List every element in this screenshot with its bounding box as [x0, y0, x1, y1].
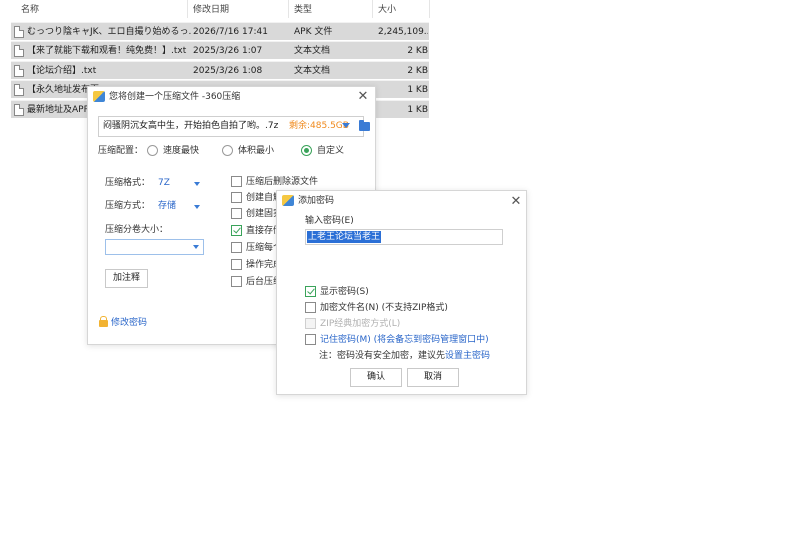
show-password-label[interactable]: 显示密码(S) — [320, 286, 369, 298]
file-row[interactable]: 【论坛介绍】.txt 2025/3/26 1:08 文本文档 2 KB — [11, 61, 429, 79]
config-label: 压缩配置： — [98, 146, 144, 156]
sort-ascending-icon: ^ — [98, 0, 106, 5]
file-type: 文本文档 — [294, 46, 331, 56]
show-password-checkbox[interactable] — [305, 286, 316, 297]
option-checkbox-checked[interactable] — [231, 225, 242, 236]
option-checkbox[interactable] — [231, 176, 242, 187]
column-header-date[interactable]: 修改日期 — [193, 0, 229, 20]
file-type: APK 文件 — [294, 27, 333, 37]
set-master-password-link[interactable]: 设置主密码 — [445, 351, 490, 361]
file-size: 1 KB — [407, 85, 428, 95]
radio-custom-label[interactable]: 自定义 — [317, 145, 344, 157]
compress-dialog-titlebar[interactable]: 您将创建一个压缩文件 -360压缩 ✕ — [88, 87, 375, 107]
chevron-down-icon[interactable] — [342, 123, 350, 128]
lock-icon — [99, 316, 108, 327]
zip-classic-label: ZIP经典加密方式(L) — [320, 319, 401, 329]
column-separator — [187, 0, 188, 18]
column-header-name[interactable]: 名称 — [21, 0, 39, 20]
password-input-label: 输入密码(E) — [305, 216, 354, 226]
close-icon[interactable]: ✕ — [509, 195, 523, 209]
file-icon — [14, 84, 24, 96]
change-password-link[interactable]: 修改密码 — [111, 317, 147, 329]
close-icon[interactable]: ✕ — [356, 90, 370, 104]
archive-path-text: 闷骚阴沉女高中生，开始拍色自拍了哟。.7z — [103, 121, 279, 131]
file-size: 2 KB — [407, 46, 428, 56]
column-separator — [429, 0, 430, 18]
file-date: 2025/3/26 1:08 — [193, 66, 263, 76]
split-size-combo[interactable] — [105, 239, 204, 255]
option-checkbox[interactable] — [231, 259, 242, 270]
file-icon — [14, 104, 24, 116]
password-dialog: 添加密码 ✕ 输入密码(E) 上老王论坛当老王 显示密码(S) 加密文件名(N)… — [276, 190, 527, 395]
option-checkbox[interactable] — [231, 242, 242, 253]
column-header-size[interactable]: 大小 — [378, 0, 396, 20]
file-type: 文本文档 — [294, 66, 331, 76]
file-icon — [14, 65, 24, 77]
radio-smallest-label[interactable]: 体积最小 — [238, 145, 274, 157]
password-dialog-title: 添加密码 — [298, 196, 335, 206]
encrypt-names-checkbox[interactable] — [305, 302, 316, 313]
option-checkbox[interactable] — [231, 208, 242, 219]
chevron-down-icon[interactable] — [194, 205, 200, 209]
radio-custom[interactable] — [301, 145, 312, 156]
method-select[interactable]: 存储 — [158, 200, 176, 212]
file-name: 【来了就能下载和观看！纯免费！】.txt — [27, 46, 187, 56]
folder-icon[interactable] — [359, 120, 370, 131]
option-label[interactable]: 压缩后删除源文件 — [246, 176, 318, 188]
file-row[interactable]: むっつり陰キャJK、エロ自撮り始めるっ... 2026/7/16 17:41 A… — [11, 22, 429, 40]
remember-password-label[interactable]: 记住密码(M) (将会备忘到密码管理窗口中) — [320, 334, 489, 346]
chevron-down-icon[interactable] — [193, 245, 199, 249]
encrypt-names-label[interactable]: 加密文件名(N) (不支持ZIP格式) — [320, 302, 448, 314]
format-select[interactable]: 7Z — [158, 177, 170, 189]
remember-password-main: 记住密码(M) — [320, 335, 371, 345]
file-size: 2,245,109... — [378, 27, 428, 37]
archive-path-field[interactable]: 闷骚阴沉女高中生，开始拍色自拍了哟。.7z 剩余:485.5GB — [98, 116, 370, 137]
security-note: 注：密码没有安全加密，建议先设置主密码 — [319, 350, 490, 362]
chevron-down-icon[interactable] — [194, 182, 200, 186]
360zip-app-icon — [282, 195, 294, 206]
file-name: 【论坛介绍】.txt — [27, 66, 97, 76]
zip-classic-checkbox — [305, 318, 316, 329]
add-comment-button[interactable]: 加注释 — [105, 269, 148, 288]
file-icon — [14, 26, 24, 38]
option-checkbox[interactable] — [231, 276, 242, 287]
file-size: 1 KB — [407, 105, 428, 115]
confirm-button[interactable]: 确认 — [350, 368, 402, 387]
column-separator — [372, 0, 373, 18]
file-name: むっつり陰キャJK、エロ自撮り始めるっ... — [27, 27, 192, 37]
remember-password-checkbox[interactable] — [305, 334, 316, 345]
column-header-type[interactable]: 类型 — [294, 0, 312, 20]
free-space-label: 剩余:485.5GB — [289, 121, 349, 131]
compress-dialog-title: 您将创建一个压缩文件 -360压缩 — [109, 92, 241, 102]
split-size-label: 压缩分卷大小： — [105, 225, 169, 235]
file-row[interactable]: 【来了就能下载和观看！纯免费！】.txt 2025/3/26 1:07 文本文档… — [11, 41, 429, 59]
file-date: 2026/7/16 17:41 — [193, 27, 268, 37]
security-note-text: 注：密码没有安全加密，建议先 — [319, 351, 446, 361]
password-input[interactable]: 上老王论坛当老王 — [305, 229, 503, 245]
radio-smallest[interactable] — [222, 145, 233, 156]
file-date: 2025/3/26 1:07 — [193, 46, 263, 56]
file-size: 2 KB — [407, 66, 428, 76]
cancel-button[interactable]: 取消 — [407, 368, 459, 387]
option-checkbox[interactable] — [231, 192, 242, 203]
format-label: 压缩格式： — [105, 178, 151, 188]
radio-fastest[interactable] — [147, 145, 158, 156]
password-value: 上老王论坛当老王 — [307, 231, 382, 243]
radio-fastest-label[interactable]: 速度最快 — [163, 145, 199, 157]
360zip-app-icon — [93, 91, 105, 102]
file-icon — [14, 45, 24, 57]
method-label: 压缩方式： — [105, 201, 151, 211]
password-dialog-titlebar[interactable]: 添加密码 ✕ — [277, 191, 526, 211]
column-separator — [288, 0, 289, 18]
remember-password-note: (将会备忘到密码管理窗口中) — [373, 335, 489, 345]
